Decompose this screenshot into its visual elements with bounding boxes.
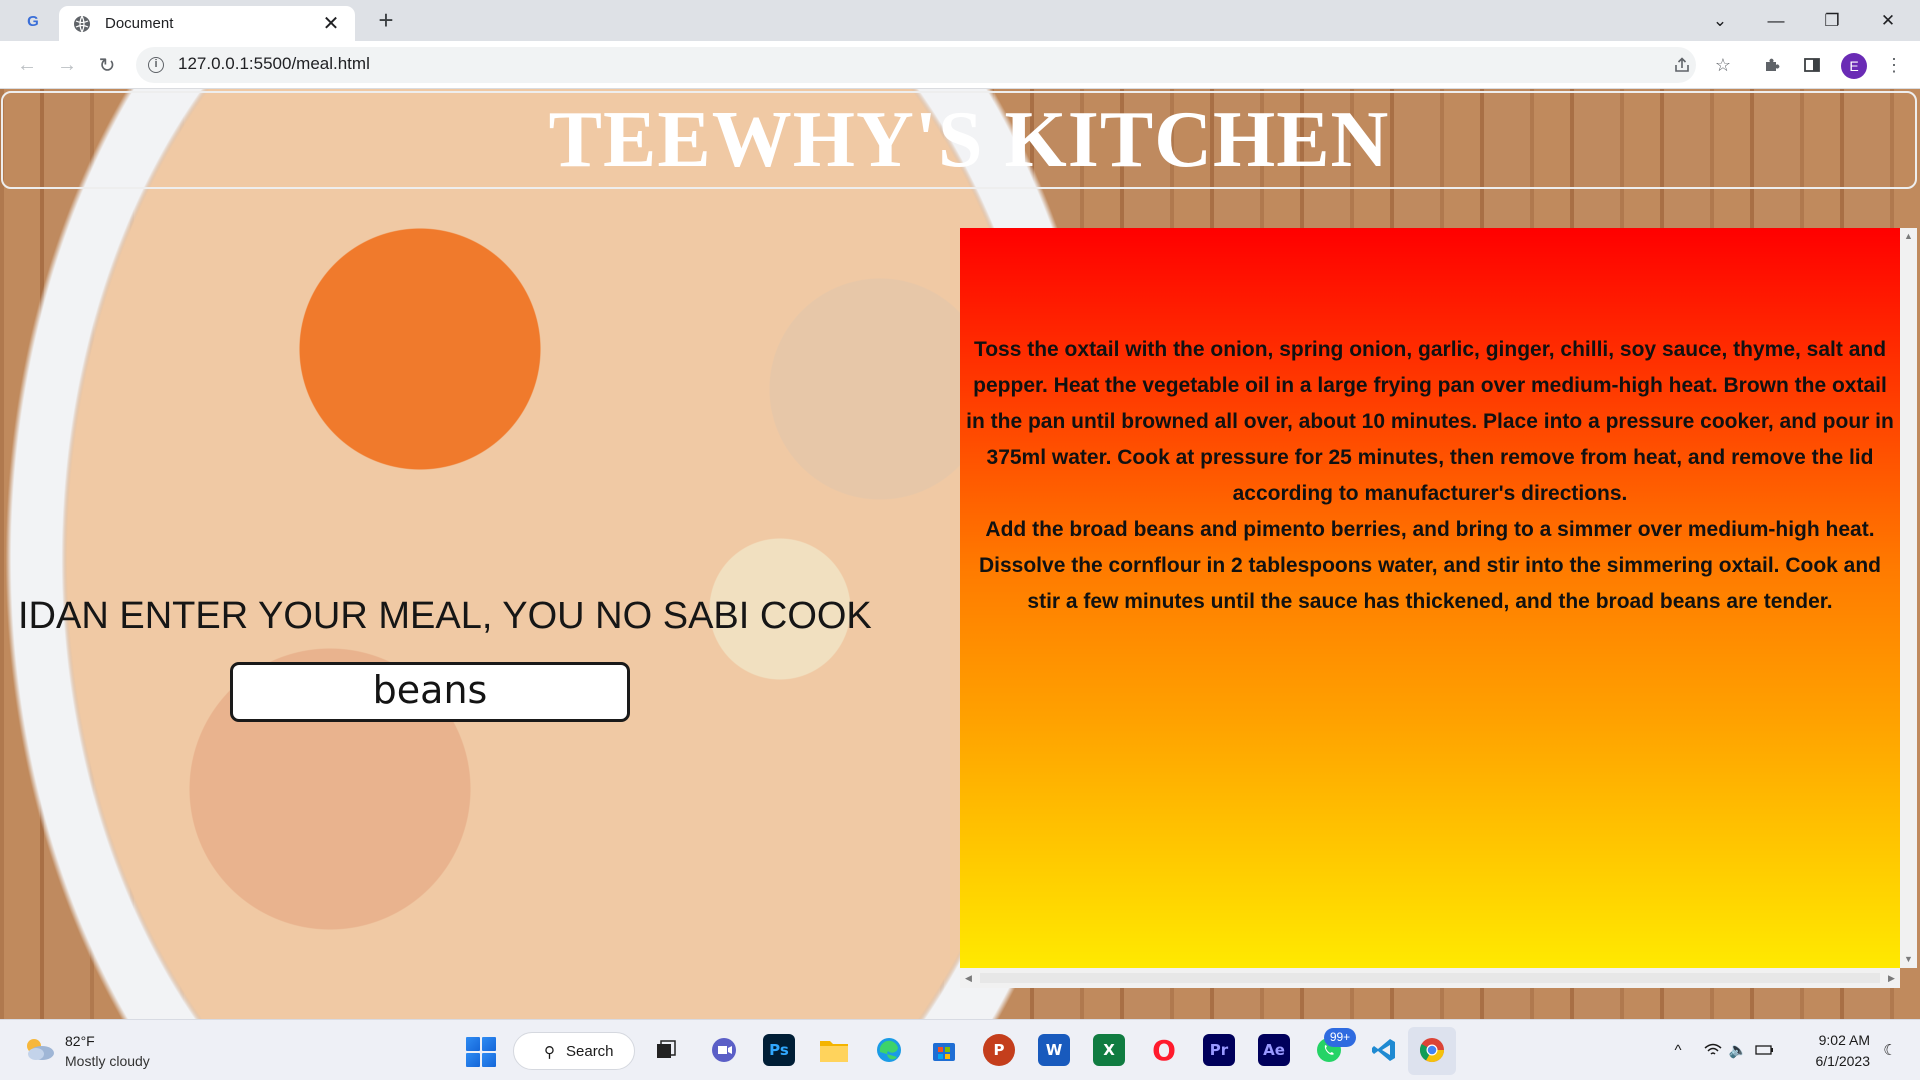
volume-icon[interactable]: 🔈 bbox=[1728, 1040, 1748, 1060]
close-window-button[interactable]: ✕ bbox=[1860, 0, 1916, 41]
site-info-icon[interactable]: i bbox=[148, 57, 164, 73]
share-icon[interactable] bbox=[1670, 53, 1694, 77]
cloudy-weather-icon[interactable] bbox=[22, 1036, 56, 1062]
url-text[interactable]: 127.0.0.1:5500/meal.html bbox=[178, 54, 370, 74]
after-effects-icon[interactable]: Ae bbox=[1258, 1034, 1290, 1066]
tab-strip: G Document ✕ + ⌄ — ❐ ✕ bbox=[0, 0, 1920, 41]
photoshop-icon[interactable]: Ps bbox=[763, 1034, 795, 1066]
search-icon: ⚲ bbox=[544, 1044, 555, 1061]
clock-date[interactable]: 6/1/2023 bbox=[1800, 1053, 1871, 1069]
extensions-puzzle-icon[interactable] bbox=[1760, 53, 1784, 77]
opera-icon[interactable]: O bbox=[1148, 1034, 1180, 1067]
teams-chat-icon[interactable] bbox=[708, 1034, 740, 1066]
taskbar-search-button[interactable]: ⚲ Search bbox=[513, 1032, 635, 1070]
new-tab-button[interactable]: + bbox=[372, 6, 400, 34]
sidepanel-icon[interactable] bbox=[1800, 53, 1824, 77]
powerpoint-icon[interactable]: P bbox=[983, 1034, 1015, 1066]
clock-time[interactable]: 9:02 AM bbox=[1810, 1032, 1870, 1048]
recipe-horizontal-scrollbar[interactable]: ◀ ▶ bbox=[960, 968, 1900, 988]
weather-temperature[interactable]: 82°F bbox=[65, 1033, 95, 1049]
tab-document[interactable]: Document ✕ bbox=[59, 6, 355, 41]
restore-button[interactable]: ❐ bbox=[1804, 0, 1860, 41]
scroll-down-arrow-icon[interactable]: ▼ bbox=[1900, 951, 1917, 968]
chrome-icon[interactable] bbox=[1416, 1034, 1448, 1066]
site-header: TEEWHY'S KITCHEN bbox=[1, 91, 1917, 189]
tab-title: Document bbox=[105, 15, 174, 32]
bookmark-star-icon[interactable]: ☆ bbox=[1711, 53, 1735, 77]
globe-icon bbox=[74, 15, 90, 32]
address-bar[interactable] bbox=[136, 47, 1696, 83]
battery-icon[interactable] bbox=[1755, 1040, 1775, 1060]
meal-prompt-label: IDAN ENTER YOUR MEAL, YOU NO SABI COOK bbox=[18, 595, 872, 637]
minimize-button[interactable]: — bbox=[1748, 0, 1804, 41]
recipe-vertical-scrollbar[interactable]: ▲ ▼ bbox=[1900, 228, 1917, 968]
scroll-up-arrow-icon[interactable]: ▲ bbox=[1900, 228, 1917, 245]
wifi-icon[interactable] bbox=[1703, 1040, 1723, 1060]
scroll-thumb[interactable] bbox=[980, 973, 1880, 983]
meal-search-input[interactable] bbox=[230, 662, 630, 722]
windows-start-icon[interactable] bbox=[466, 1037, 496, 1067]
reload-button[interactable]: ↻ bbox=[92, 50, 122, 80]
excel-icon[interactable]: X bbox=[1093, 1034, 1125, 1066]
weather-description[interactable]: Mostly cloudy bbox=[65, 1053, 150, 1069]
microsoft-store-icon[interactable] bbox=[928, 1034, 960, 1066]
scroll-right-arrow-icon[interactable]: ▶ bbox=[1883, 968, 1900, 988]
whatsapp-unread-badge: 99+ bbox=[1324, 1028, 1356, 1047]
scroll-left-arrow-icon[interactable]: ◀ bbox=[960, 968, 977, 988]
edge-icon[interactable] bbox=[873, 1034, 905, 1066]
tab-search-icon[interactable]: G bbox=[20, 8, 46, 34]
forward-button[interactable]: → bbox=[52, 50, 82, 80]
vscode-icon[interactable] bbox=[1368, 1034, 1400, 1066]
taskbar-search-label: Search bbox=[566, 1042, 614, 1060]
tab-close-icon[interactable]: ✕ bbox=[321, 14, 341, 34]
kebab-menu-icon[interactable]: ⋮ bbox=[1882, 53, 1906, 77]
notification-moon-icon[interactable]: ☾ bbox=[1880, 1040, 1900, 1060]
page-viewport: TEEWHY'S KITCHEN IDAN ENTER YOUR MEAL, Y… bbox=[0, 89, 1920, 1019]
recipe-paragraph: Add the broad beans and pimento berries,… bbox=[979, 518, 1881, 613]
site-title: TEEWHY'S KITCHEN bbox=[548, 96, 1390, 184]
chevron-up-icon[interactable]: ^ bbox=[1668, 1040, 1688, 1060]
premiere-icon[interactable]: Pr bbox=[1203, 1034, 1235, 1066]
back-button[interactable]: ← bbox=[12, 50, 42, 80]
taskbar: 82°F Mostly cloudy ⚲ Search Ps P W X O P… bbox=[0, 1019, 1920, 1080]
tab-search-dropdown-icon[interactable]: ⌄ bbox=[1692, 0, 1748, 41]
task-view-icon[interactable] bbox=[650, 1034, 682, 1066]
file-explorer-icon[interactable] bbox=[818, 1034, 850, 1066]
browser-toolbar: ← → ↻ i 127.0.0.1:5500/meal.html ☆ E ⋮ bbox=[0, 41, 1920, 89]
recipe-paragraph: Toss the oxtail with the onion, spring o… bbox=[966, 338, 1894, 505]
profile-avatar[interactable]: E bbox=[1841, 53, 1867, 79]
recipe-text: Toss the oxtail with the onion, spring o… bbox=[964, 332, 1896, 620]
word-icon[interactable]: W bbox=[1038, 1034, 1070, 1066]
recipe-panel: Toss the oxtail with the onion, spring o… bbox=[960, 228, 1900, 988]
